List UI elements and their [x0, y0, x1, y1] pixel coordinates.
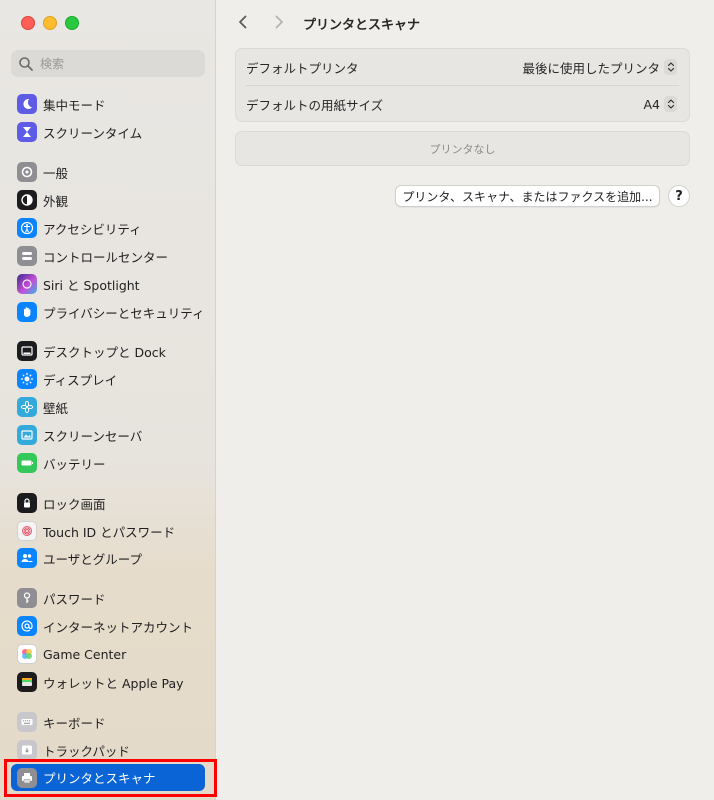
- default-paper-size-label: デフォルトの用紙サイズ: [246, 97, 384, 113]
- sidebar-item-touch-id[interactable]: Touch ID とパスワード: [11, 518, 205, 544]
- settings-window: 集中モード スクリーンタイム 一般 外観 アクセシビリティ: [0, 0, 714, 800]
- sidebar-item-wallpaper[interactable]: 壁紙: [11, 394, 205, 420]
- sidebar-item-desktop-dock[interactable]: デスクトップと Dock: [11, 338, 205, 364]
- sidebar-item-label: パスワード: [43, 591, 106, 607]
- default-paper-size-value: A4: [643, 96, 660, 112]
- sidebar-item-internet-accounts[interactable]: インターネットアカウント: [11, 613, 205, 639]
- sidebar-item-appearance[interactable]: 外観: [11, 187, 205, 213]
- default-printer-label: デフォルトプリンタ: [246, 60, 359, 76]
- sidebar-item-label: アクセシビリティ: [43, 221, 142, 237]
- hourglass-icon: [17, 122, 37, 142]
- default-printer-row: デフォルトプリンタ 最後に使用したプリンタ: [236, 49, 689, 85]
- sidebar-item-control-center[interactable]: コントロールセンター: [11, 243, 205, 269]
- sidebar-item-label: ウォレットと Apple Pay: [43, 675, 184, 691]
- accessibility-icon: [17, 218, 37, 238]
- sidebar-item-label: 一般: [43, 165, 69, 181]
- printer-icon: [17, 767, 37, 788]
- chevron-left-icon: [239, 15, 247, 29]
- add-printer-button[interactable]: プリンタ、スキャナ、またはファクスを追加...: [395, 185, 660, 207]
- chevron-right-icon: [275, 15, 283, 29]
- sidebar: 集中モード スクリーンタイム 一般 外観 アクセシビリティ: [0, 0, 217, 800]
- sidebar-item-label: 集中モード: [43, 97, 106, 113]
- sidebar-item-screensaver[interactable]: スクリーンセーバ: [11, 422, 205, 448]
- sidebar-item-label: スクリーンセーバ: [43, 428, 143, 444]
- flower-icon: [17, 397, 37, 417]
- appearance-icon: [17, 190, 37, 210]
- sidebar-item-label: スクリーンタイム: [43, 125, 143, 141]
- game-center-icon: [17, 644, 37, 664]
- sidebar-item-general[interactable]: 一般: [11, 159, 205, 185]
- page-title: プリンタとスキャナ: [303, 18, 421, 33]
- lock-icon: [17, 493, 37, 513]
- sidebar-item-privacy[interactable]: プライバシーとセキュリティ: [11, 299, 205, 325]
- sidebar-item-label: ディスプレイ: [43, 372, 118, 388]
- dock-icon: [17, 341, 37, 361]
- moon-icon: [17, 94, 37, 114]
- sun-icon: [17, 369, 37, 389]
- sidebar-item-displays[interactable]: ディスプレイ: [11, 366, 205, 392]
- default-settings-group: デフォルトプリンタ 最後に使用したプリンタ デフォルトの用紙サイズ A4: [235, 48, 690, 122]
- main-pane: プリンタとスキャナ デフォルトプリンタ 最後に使用したプリンタ デフォルトの用紙…: [216, 0, 714, 800]
- sidebar-item-label: コントロールセンター: [43, 249, 169, 265]
- zoom-window-button[interactable]: [65, 16, 79, 30]
- sidebar-item-label: キーボード: [43, 715, 106, 731]
- search-input[interactable]: [40, 56, 190, 71]
- sidebar-item-label: プライバシーとセキュリティ: [43, 305, 205, 321]
- control-center-icon: [17, 246, 37, 266]
- sidebar-item-label: トラックパッド: [43, 743, 130, 759]
- sidebar-item-label: Siri と Spotlight: [43, 277, 140, 293]
- search-field[interactable]: [11, 50, 205, 77]
- sidebar-item-passwords[interactable]: パスワード: [11, 585, 205, 611]
- siri-icon: [17, 274, 37, 294]
- sidebar-item-label: 壁紙: [43, 400, 69, 416]
- help-button[interactable]: ?: [668, 185, 690, 207]
- printer-list: プリンタなし: [235, 131, 690, 166]
- sidebar-item-battery[interactable]: バッテリー: [11, 450, 205, 476]
- back-button[interactable]: [233, 12, 253, 32]
- sidebar-item-printers-scanners[interactable]: プリンタとスキャナ: [11, 764, 205, 791]
- sidebar-item-label: ユーザとグループ: [43, 551, 143, 567]
- battery-icon: [17, 453, 37, 473]
- sidebar-item-label: Game Center: [43, 646, 127, 662]
- sidebar-item-game-center[interactable]: Game Center: [11, 641, 205, 667]
- no-printers-text: プリンタなし: [429, 142, 496, 156]
- sidebar-item-label: 外観: [43, 193, 69, 209]
- sidebar-item-label: バッテリー: [43, 456, 106, 472]
- search-icon: [19, 56, 33, 71]
- at-icon: [17, 616, 37, 636]
- default-paper-size-row: デフォルトの用紙サイズ A4: [236, 86, 689, 122]
- window-controls: [21, 16, 79, 30]
- keyboard-icon: [17, 712, 37, 732]
- wallet-icon: [17, 672, 37, 692]
- fingerprint-icon: [17, 521, 37, 541]
- sidebar-item-screen-time[interactable]: スクリーンタイム: [11, 119, 205, 145]
- key-icon: [17, 588, 37, 608]
- sidebar-item-label: インターネットアカウント: [43, 619, 194, 635]
- updown-chevron-icon: [664, 59, 677, 75]
- default-printer-popup[interactable]: 最後に使用したプリンタ: [522, 58, 677, 77]
- sidebar-item-label: ロック画面: [43, 496, 106, 512]
- sidebar-item-focus[interactable]: 集中モード: [11, 91, 205, 117]
- gear-icon: [17, 162, 37, 182]
- sidebar-item-label: プリンタとスキャナ: [43, 771, 156, 786]
- sidebar-item-label: Touch ID とパスワード: [43, 524, 176, 540]
- sidebar-item-users-groups[interactable]: ユーザとグループ: [11, 545, 205, 571]
- sidebar-item-siri[interactable]: Siri と Spotlight: [11, 271, 205, 297]
- trackpad-icon: [17, 740, 37, 760]
- sidebar-item-wallet[interactable]: ウォレットと Apple Pay: [11, 669, 205, 695]
- sidebar-item-trackpad[interactable]: トラックパッド: [11, 737, 205, 763]
- sidebar-item-label: デスクトップと Dock: [43, 344, 166, 360]
- default-paper-size-popup[interactable]: A4: [643, 96, 677, 112]
- hand-icon: [17, 302, 37, 322]
- minimize-window-button[interactable]: [43, 16, 57, 30]
- default-printer-value: 最後に使用したプリンタ: [522, 60, 660, 76]
- close-window-button[interactable]: [21, 16, 35, 30]
- sidebar-item-accessibility[interactable]: アクセシビリティ: [11, 215, 205, 241]
- users-icon: [17, 548, 37, 568]
- screensaver-icon: [17, 425, 37, 445]
- sidebar-item-keyboard[interactable]: キーボード: [11, 709, 205, 735]
- updown-chevron-icon: [664, 96, 677, 112]
- sidebar-item-lock-screen[interactable]: ロック画面: [11, 490, 205, 516]
- forward-button[interactable]: [269, 12, 289, 32]
